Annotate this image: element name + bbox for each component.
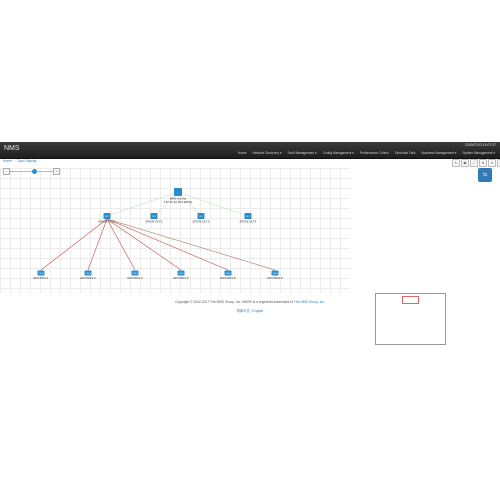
device-type-label: OLT [246, 216, 251, 218]
device-name-label: EPON0/1:2 [80, 276, 96, 280]
menu-business-management[interactable]: Business Management ▾ [418, 151, 459, 155]
breadcrumb-separator: / [14, 159, 15, 163]
olt-node[interactable]: OLT EPON-OLT3 [193, 213, 210, 224]
zoom-out-icon[interactable]: ⊖ [488, 159, 496, 167]
onu-node[interactable]: ONUEPON0/1:1 [33, 270, 49, 281]
olt-node[interactable]: OLT EPON-OLT1 [99, 213, 116, 224]
onu-node[interactable]: ONUEPON0/1:5 [220, 270, 236, 281]
device-type-label: ONU [179, 273, 184, 275]
onu-node[interactable]: ONUEPON0/1:2 [80, 270, 96, 281]
device-icon [174, 188, 182, 196]
lang-en-link[interactable]: English [253, 309, 264, 313]
clock-display: 2019/07/03 15:07:37 [464, 143, 496, 147]
main-menu: Home Network Discovery ▾ Fault Managemen… [235, 151, 498, 155]
link-olt-onu [106, 218, 229, 271]
onu-node[interactable]: ONUEPON0/1:4 [173, 270, 189, 281]
onu-node[interactable]: ONUEPON0/1:3 [127, 270, 143, 281]
device-type-label: OLT [199, 216, 204, 218]
refresh-icon[interactable]: ↻ [452, 159, 460, 167]
link-root-olt [106, 191, 179, 217]
breadcrumb: Home / Topo Display [3, 159, 36, 163]
company-link[interactable]: The NMS Group, Inc. [294, 300, 325, 304]
menu-config-management[interactable]: Config Management ▾ [320, 151, 357, 155]
device-name-label: EPON0/1:6 [267, 276, 283, 280]
menu-performance-collect[interactable]: Performance Collect [357, 151, 392, 155]
device-type-label: ONU [226, 273, 231, 275]
link-root-olt [177, 191, 249, 217]
device-name-label: EPON-OLT2 [146, 220, 163, 224]
fit-icon[interactable]: ⤢ [470, 159, 478, 167]
lang-zh-link[interactable]: 简体中文 [237, 309, 250, 313]
device-name-label: EPON-OLT4 [240, 220, 257, 224]
menu-schedule-task[interactable]: Schedule Task [392, 151, 419, 155]
panel-toggle-button[interactable]: ⇆ [478, 168, 492, 182]
olt-node[interactable]: OLT EPON-OLT2 [146, 213, 163, 224]
lang-separator: | [250, 309, 252, 313]
device-name-label: EPON0/1:3 [127, 276, 143, 280]
link-olt-onu [106, 218, 136, 271]
app-brand[interactable]: NMS [4, 145, 20, 152]
device-type-label: ONU [273, 273, 278, 275]
breadcrumb-current: Topo Display [17, 159, 37, 163]
topology-graph: NMS-Server172.16.40.254-EPON OLT EPON-OLT1… [33, 188, 283, 281]
menu-network-discovery[interactable]: Network Discovery ▾ [250, 151, 285, 155]
device-type-label: ONU [133, 273, 138, 275]
device-type-label: OLT [152, 216, 157, 218]
copyright-text: Copyright © 2002-2017 The NMS Group, Inc… [175, 300, 293, 304]
minimap-viewport[interactable] [402, 296, 419, 304]
menu-home[interactable]: Home [235, 151, 250, 155]
zoom-in-icon[interactable]: ⊕ [479, 159, 487, 167]
topology-toolbar: ↻ ▣ ⤢ ⊕ ⊖ ⚙ [452, 159, 500, 167]
save-icon[interactable]: ▣ [461, 159, 469, 167]
server-node[interactable]: NMS-Server172.16.40.254-EPON [164, 188, 193, 204]
menu-system-management[interactable]: System Management ▾ [459, 151, 498, 155]
onu-node[interactable]: ONUEPON0/1:6 [267, 270, 283, 281]
device-name-label: EPON0/1:4 [173, 276, 189, 280]
device-type-label: OLT [105, 216, 110, 218]
device-type-label: ONU [86, 273, 91, 275]
device-name-label: EPON-OLT3 [193, 220, 210, 224]
breadcrumb-home[interactable]: Home [3, 159, 12, 163]
device-ip-label: 172.16.40.254-EPON [164, 200, 193, 204]
device-name-label: EPON0/1:1 [33, 276, 49, 280]
olt-node[interactable]: OLT EPON-OLT4 [240, 213, 257, 224]
topology-minimap[interactable] [375, 293, 446, 345]
device-name-label: EPON0/1:5 [220, 276, 236, 280]
menu-fault-management[interactable]: Fault Management ▾ [285, 151, 320, 155]
device-name-label: EPON-OLT1 [99, 220, 116, 224]
link-olt-onu [40, 218, 108, 271]
top-navbar: NMS 2019/07/03 15:07:37 Home Network Dis… [0, 142, 500, 159]
device-type-label: ONU [39, 273, 44, 275]
link-olt-onu [106, 218, 182, 271]
